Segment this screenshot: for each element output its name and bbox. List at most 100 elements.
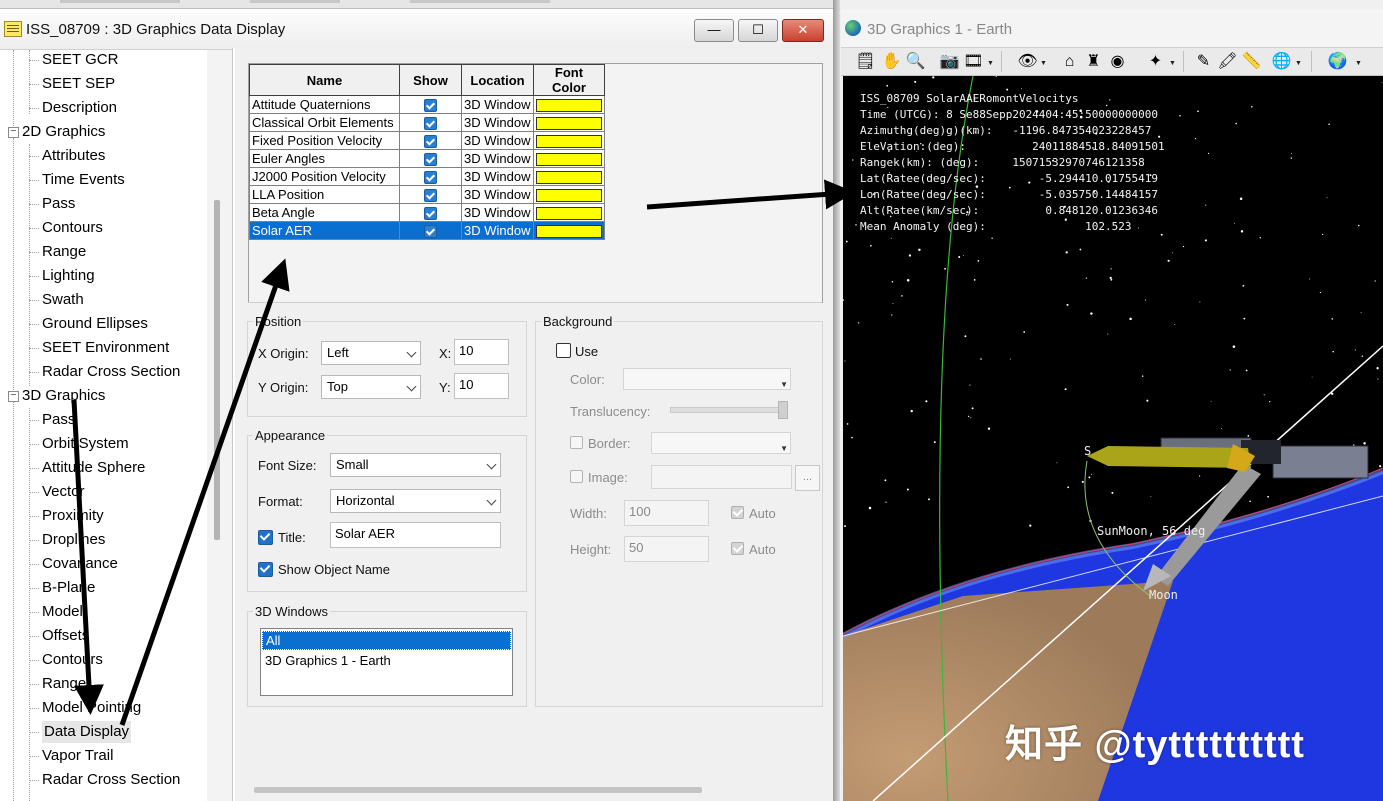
x-input[interactable]: 10 — [454, 339, 509, 365]
y-input[interactable]: 10 — [454, 373, 509, 399]
tree-item-contours[interactable]: Contours — [42, 217, 103, 239]
font-size-select[interactable]: Small — [330, 453, 501, 477]
table-row[interactable]: J2000 Position Velocity 3D Window — [249, 167, 605, 186]
font-color-swatch[interactable] — [536, 135, 602, 149]
table-row[interactable]: Attitude Quaternions 3D Window — [249, 95, 605, 114]
col-header-name[interactable]: Name — [249, 64, 400, 96]
snapshot-icon[interactable]: 📷 — [939, 51, 960, 72]
chevron-down-icon[interactable]: ▼ — [1295, 60, 1302, 67]
tree-item-radar-cross-section[interactable]: Radar Cross Section — [42, 361, 180, 383]
tree-item-range[interactable]: Range — [42, 241, 86, 263]
show-checkbox[interactable] — [424, 207, 437, 221]
font-color-swatch[interactable] — [536, 99, 602, 113]
height-input[interactable]: 50 — [624, 536, 709, 562]
tree-item-droplines[interactable]: Droplines — [42, 529, 105, 551]
tree-item-proximity[interactable]: Proximity — [42, 505, 104, 527]
tree-item-attributes[interactable]: Attributes — [42, 145, 105, 167]
row-location[interactable]: 3D Window — [461, 113, 534, 132]
measure-icon[interactable]: 📏 — [1241, 51, 1262, 72]
row-location[interactable]: 3D Window — [461, 95, 534, 114]
row-location[interactable]: 3D Window — [461, 131, 534, 150]
table-row[interactable]: Beta Angle 3D Window — [249, 203, 605, 222]
row-name[interactable]: Attitude Quaternions — [249, 95, 400, 114]
font-color-swatch[interactable] — [536, 117, 602, 131]
tree-item-data-display[interactable]: Data Display — [42, 721, 132, 743]
border-checkbox[interactable] — [570, 436, 583, 449]
tree-item-vector[interactable]: Vector — [42, 481, 85, 503]
font-color-swatch[interactable] — [536, 207, 602, 221]
row-location[interactable]: 3D Window — [461, 149, 534, 168]
translucency-slider-thumb[interactable] — [778, 401, 788, 419]
minimize-button[interactable]: — — [694, 19, 734, 42]
col-header-font-color[interactable]: Font Color — [533, 64, 605, 96]
row-name[interactable]: LLA Position — [249, 185, 400, 204]
tree-item-2d-graphics[interactable]: 2D Graphics — [22, 121, 105, 143]
panel-hscroll-thumb[interactable] — [254, 787, 702, 793]
tree-item-seet-environment[interactable]: SEET Environment — [42, 337, 169, 359]
font-color-swatch[interactable] — [536, 153, 602, 167]
height-auto-checkbox[interactable] — [731, 542, 744, 555]
col-header-location[interactable]: Location — [461, 64, 534, 96]
row-location[interactable]: 3D Window — [461, 203, 534, 222]
row-location[interactable]: 3D Window — [461, 167, 534, 186]
tree-item-model[interactable]: Model — [42, 601, 83, 623]
image-checkbox[interactable] — [570, 470, 583, 483]
globe-manager-icon[interactable]: 🌐 — [1271, 51, 1292, 72]
row-location[interactable]: 3D Window — [461, 185, 534, 204]
tree-item-seet-sep[interactable]: SEET SEP — [42, 73, 115, 95]
browse-image-button[interactable]: ... — [795, 465, 820, 491]
zoom-icon[interactable]: 🔍 — [905, 51, 926, 72]
close-button[interactable]: ✕ — [782, 19, 824, 42]
view-from-icon[interactable]: 👁 — [1017, 51, 1038, 72]
tree-scrollbar[interactable] — [207, 50, 232, 801]
tree-item-vapor-trail[interactable]: Vapor Trail — [42, 745, 113, 767]
show-checkbox[interactable] — [424, 171, 437, 185]
font-color-swatch[interactable] — [536, 189, 602, 203]
home-view-icon[interactable]: ⌂ — [1059, 51, 1080, 72]
width-auto-checkbox[interactable] — [731, 506, 744, 519]
show-checkbox[interactable] — [424, 189, 437, 203]
color-select[interactable]: ▼ — [623, 368, 791, 390]
collapse-toggle-3d-graphics[interactable]: − — [8, 391, 19, 402]
row-name[interactable]: Beta Angle — [249, 203, 400, 222]
orbit-view-icon[interactable]: ♜ — [1083, 51, 1104, 72]
list-item-3d-graphics-1[interactable]: 3D Graphics 1 - Earth — [262, 652, 511, 669]
border-select[interactable]: ▼ — [651, 432, 791, 454]
tree-item-b-plane[interactable]: B-Plane — [42, 577, 95, 599]
tree-item-swath[interactable]: Swath — [42, 289, 84, 311]
3d-windows-list[interactable]: All 3D Graphics 1 - Earth — [260, 628, 513, 696]
tree-item-lighting[interactable]: Lighting — [42, 265, 95, 287]
image-path-input[interactable] — [651, 465, 792, 489]
row-name[interactable]: Fixed Position Velocity — [249, 131, 400, 150]
tree-item-range-3d[interactable]: Range — [42, 673, 86, 695]
font-color-swatch[interactable] — [536, 171, 602, 185]
record-icon[interactable]: 🎞 — [963, 51, 984, 72]
row-name[interactable]: Solar AER — [249, 221, 400, 240]
row-location[interactable]: 3D Window — [461, 221, 534, 240]
collapse-toggle-2d-graphics[interactable]: − — [8, 127, 19, 138]
tree-item-radar-cross-section-3d[interactable]: Radar Cross Section — [42, 769, 180, 791]
chevron-down-icon[interactable]: ▼ — [1169, 60, 1176, 67]
row-name[interactable]: J2000 Position Velocity — [249, 167, 400, 186]
properties-icon[interactable]: 🗒 — [855, 51, 876, 72]
chevron-down-icon[interactable]: ▼ — [987, 60, 994, 67]
tree-item-time-events[interactable]: Time Events — [42, 169, 125, 191]
list-item-all[interactable]: All — [262, 631, 511, 650]
earth-icon[interactable]: 🌍 — [1327, 51, 1348, 72]
translucency-slider-track[interactable] — [670, 407, 788, 413]
width-input[interactable]: 100 — [624, 500, 709, 526]
format-select[interactable]: Horizontal — [330, 489, 501, 513]
show-checkbox[interactable] — [424, 225, 437, 239]
use-background-checkbox[interactable] — [556, 343, 571, 358]
table-row[interactable]: Classical Orbit Elements 3D Window — [249, 113, 605, 132]
tree-item-covariance[interactable]: Covariance — [42, 553, 118, 575]
maximize-button[interactable]: ☐ — [738, 19, 778, 42]
col-header-show[interactable]: Show — [399, 64, 462, 96]
table-row[interactable]: Euler Angles 3D Window — [249, 149, 605, 168]
tree-item-pass[interactable]: Pass — [42, 193, 75, 215]
tree-item-attitude-sphere[interactable]: Attitude Sphere — [42, 457, 145, 479]
y-origin-select[interactable]: Top — [321, 375, 421, 399]
tree-scroll-thumb[interactable] — [214, 200, 220, 540]
look-at-icon[interactable]: ◉ — [1107, 51, 1128, 72]
tree-item-ground-ellipses[interactable]: Ground Ellipses — [42, 313, 148, 335]
